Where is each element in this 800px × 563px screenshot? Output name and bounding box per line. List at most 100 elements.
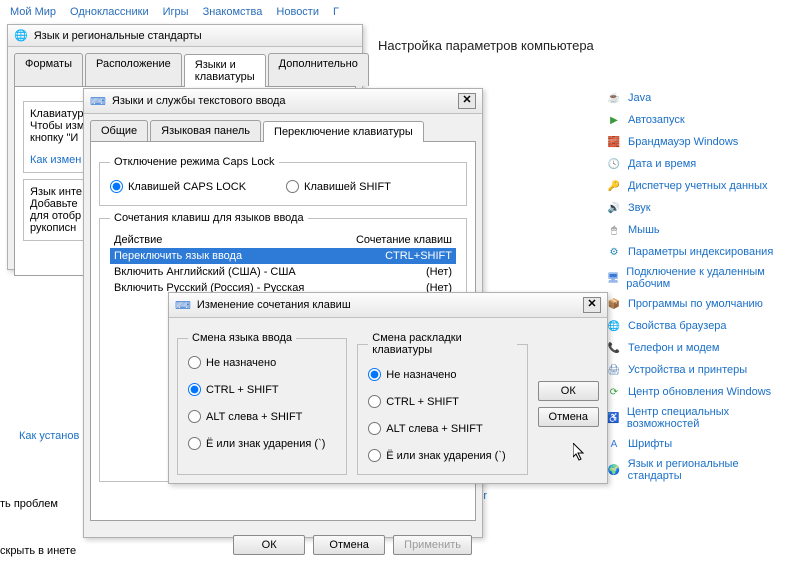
- cell-combo: (Нет): [426, 266, 452, 278]
- cp-icon: ☕: [606, 90, 622, 106]
- control-panel-item[interactable]: 🔑 Диспетчер учетных данных: [606, 178, 792, 194]
- group-legend: Смена языка ввода: [188, 332, 296, 344]
- radio-label: ALT слева + SHIFT: [206, 411, 302, 423]
- cancel-button[interactable]: Отмена: [538, 407, 599, 427]
- ok-button[interactable]: ОК: [538, 381, 599, 401]
- control-panel-item[interactable]: 🕓Дата и время: [606, 156, 792, 172]
- topnav-link[interactable]: Новости: [276, 6, 319, 18]
- cp-link[interactable]: Язык и региональные стандарты: [628, 458, 792, 482]
- cell-action: Переключить язык ввода: [114, 250, 385, 262]
- table-row[interactable]: Переключить язык вводаCTRL+SHIFT: [110, 248, 456, 264]
- tab[interactable]: Языковая панель: [150, 120, 261, 141]
- tab[interactable]: Языки и клавиатуры: [184, 54, 266, 87]
- cp-icon: 🖱: [606, 222, 622, 238]
- cp-icon: A: [606, 436, 622, 452]
- radio-option[interactable]: CTRL + SHIFT: [368, 395, 516, 408]
- radio-label: Не назначено: [386, 369, 456, 381]
- cp-link[interactable]: Свойства браузера: [628, 320, 727, 332]
- link-how-change[interactable]: Как измен: [30, 154, 81, 166]
- topnav-link[interactable]: Г: [333, 6, 339, 18]
- control-panel-item[interactable]: ♿ Центр специальных возможностей: [606, 406, 792, 430]
- keyboard-icon: ⌨: [90, 95, 106, 108]
- cp-link[interactable]: Брандмауэр Windows: [628, 136, 738, 148]
- tab[interactable]: Форматы: [14, 53, 83, 86]
- control-panel-item[interactable]: 📦Программы по умолчанию: [606, 296, 792, 312]
- control-panel-item[interactable]: ▶Автозапуск: [606, 112, 792, 128]
- control-panel-item[interactable]: 🔊 Звук: [606, 200, 792, 216]
- table-row[interactable]: Включить Английский (США) - США(Нет): [110, 264, 456, 280]
- col-combo: Сочетание клавиш: [356, 234, 452, 246]
- control-panel-item[interactable]: 🖥Подключение к удаленным рабочим: [606, 266, 792, 290]
- control-panel-item[interactable]: 🖱 Мышь: [606, 222, 792, 238]
- titlebar: ⌨ Языки и службы текстового ввода ✕: [84, 89, 482, 114]
- cp-link[interactable]: Java: [628, 92, 651, 104]
- tab[interactable]: Расположение: [85, 53, 182, 86]
- control-panel-item[interactable]: 🌐 Свойства браузера: [606, 318, 792, 334]
- tab-strip: ФорматыРасположениеЯзыки и клавиатурыДоп…: [14, 53, 356, 86]
- cp-link[interactable]: Звук: [628, 202, 651, 214]
- radio-label: CTRL + SHIFT: [386, 396, 459, 408]
- radio-option[interactable]: Ё или знак ударения (`): [188, 437, 336, 450]
- cp-link[interactable]: Параметры индексирования: [628, 246, 773, 258]
- cp-link[interactable]: Автозапуск: [628, 114, 685, 126]
- cp-link[interactable]: Центр специальных возможностей: [627, 406, 792, 430]
- titlebar: ⌨ Изменение сочетания клавиш ✕: [169, 293, 607, 318]
- radio-option[interactable]: Не назначено: [368, 368, 516, 381]
- cp-link[interactable]: Подключение к удаленным рабочим: [626, 266, 792, 290]
- control-panel-item[interactable]: ⚙Параметры индексирования: [606, 244, 792, 260]
- cp-link[interactable]: Шрифты: [628, 438, 672, 450]
- apply-button[interactable]: Применить: [393, 535, 472, 555]
- topnav-link[interactable]: Знакомства: [203, 6, 263, 18]
- link-how-install[interactable]: Как установ: [19, 430, 79, 442]
- cp-link[interactable]: Диспетчер учетных данных: [628, 180, 768, 192]
- group-legend: Смена раскладки клавиатуры: [368, 332, 516, 356]
- top-nav: Мой Мир Одноклассники Игры Знакомства Новост…: [0, 0, 800, 24]
- control-panel-item[interactable]: ☕ Java: [606, 90, 792, 106]
- dialog-buttons: ОК Отмена Применить: [84, 527, 482, 563]
- cp-icon: 📞: [606, 340, 622, 356]
- radio-option[interactable]: Ё или знак ударения (`): [368, 449, 516, 462]
- radio-option[interactable]: Не назначено: [188, 356, 336, 369]
- control-panel-item[interactable]: 🖨Устройства и принтеры: [606, 362, 792, 378]
- cp-link[interactable]: Телефон и модем: [628, 342, 719, 354]
- capslock-group: Отключение режима Caps Lock Клавишей CAP…: [99, 156, 467, 206]
- cp-icon: 🔑: [606, 178, 622, 194]
- radio-option[interactable]: ALT слева + SHIFT: [188, 410, 336, 423]
- close-button[interactable]: ✕: [583, 297, 601, 313]
- radio-capslock[interactable]: Клавишей CAPS LOCK: [110, 180, 246, 193]
- cp-link[interactable]: Центр обновления Windows: [628, 386, 771, 398]
- cp-link[interactable]: Программы по умолчанию: [628, 298, 763, 310]
- topnav-link[interactable]: Одноклассники: [70, 6, 149, 18]
- cp-icon: 🔊: [606, 200, 622, 216]
- control-panel-item[interactable]: 📞 Телефон и модем: [606, 340, 792, 356]
- radio-label: Ё или знак ударения (`): [206, 438, 325, 450]
- cancel-button[interactable]: Отмена: [313, 535, 385, 555]
- control-panel-item[interactable]: 🧱Брандмауэр Windows: [606, 134, 792, 150]
- radio-shift[interactable]: Клавишей SHIFT: [286, 180, 391, 193]
- cp-icon: 🌍: [606, 462, 622, 478]
- close-button[interactable]: ✕: [458, 93, 476, 109]
- text-fragment: скрыть в инете: [0, 545, 76, 557]
- cp-icon: 🌐: [606, 318, 622, 334]
- group-legend: Сочетания клавиш для языков ввода: [110, 212, 308, 224]
- radio-option[interactable]: CTRL + SHIFT: [188, 383, 336, 396]
- control-panel-item[interactable]: ⟳Центр обновления Windows: [606, 384, 792, 400]
- cp-icon: ♿: [606, 410, 621, 426]
- ok-button[interactable]: ОК: [233, 535, 305, 555]
- window-title: Язык и региональные стандарты: [34, 30, 356, 42]
- globe-icon: 🌐: [14, 29, 28, 42]
- radio-option[interactable]: ALT слева + SHIFT: [368, 422, 516, 435]
- radio-label: ALT слева + SHIFT: [386, 423, 482, 435]
- tab[interactable]: Общие: [90, 120, 148, 141]
- cp-link[interactable]: Мышь: [628, 224, 660, 236]
- radio-label: Клавишей SHIFT: [304, 181, 391, 193]
- control-panel-item[interactable]: 🌍 Язык и региональные стандарты: [606, 458, 792, 482]
- control-panel-item[interactable]: A Шрифты: [606, 436, 792, 452]
- topnav-link[interactable]: Игры: [163, 6, 189, 18]
- tab[interactable]: Дополнительно: [268, 53, 369, 86]
- tab[interactable]: Переключение клавиатуры: [263, 121, 424, 142]
- cp-link[interactable]: Устройства и принтеры: [628, 364, 747, 376]
- topnav-link[interactable]: Мой Мир: [10, 6, 56, 18]
- cp-link[interactable]: Дата и время: [628, 158, 696, 170]
- window-change-hotkey: ⌨ Изменение сочетания клавиш ✕ Смена язы…: [168, 292, 608, 484]
